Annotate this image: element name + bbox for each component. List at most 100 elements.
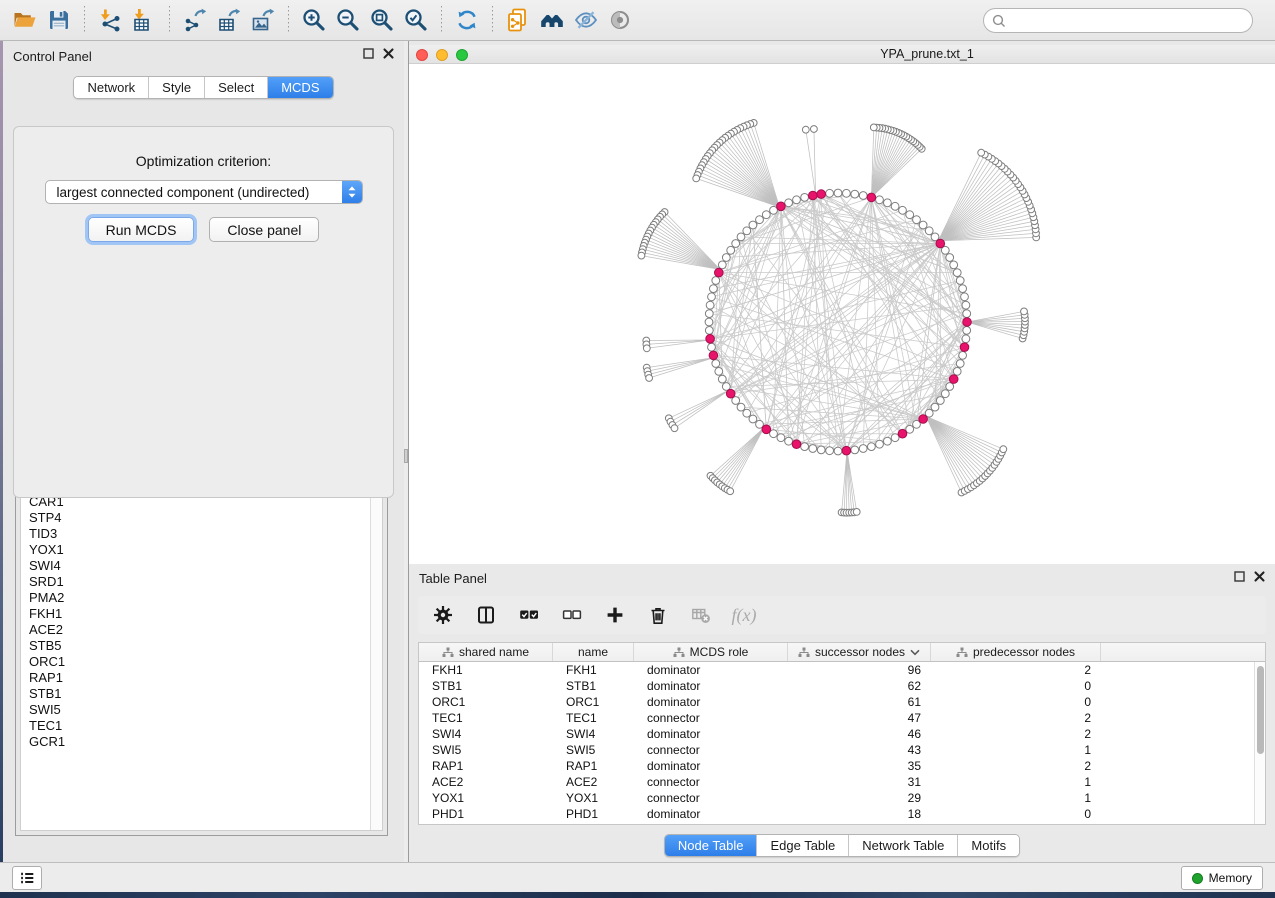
leaf-node[interactable]	[811, 126, 818, 133]
tab-network[interactable]: Network	[74, 77, 149, 98]
network-node[interactable]	[884, 437, 892, 445]
table-row[interactable]: PHD1PHD1dominator180	[419, 806, 1265, 822]
import-table-button[interactable]	[129, 5, 159, 35]
network-node[interactable]	[743, 227, 751, 235]
dominator-node[interactable]	[960, 343, 969, 352]
save-session-button[interactable]	[44, 5, 74, 35]
network-node[interactable]	[727, 246, 735, 254]
network-node[interactable]	[793, 196, 801, 204]
delete-column-button[interactable]	[647, 604, 669, 626]
network-node[interactable]	[743, 409, 751, 417]
network-node[interactable]	[809, 445, 817, 453]
function-builder-button[interactable]: f(x)	[733, 604, 755, 626]
network-node[interactable]	[756, 216, 764, 224]
search-input[interactable]	[1011, 11, 1252, 31]
network-node[interactable]	[851, 446, 859, 454]
delete-table-button[interactable]	[690, 604, 712, 626]
network-node[interactable]	[737, 233, 745, 241]
mcds-result-item[interactable]: RAP1	[21, 670, 370, 686]
leaf-node[interactable]	[727, 488, 734, 495]
network-node[interactable]	[959, 352, 967, 360]
column-header-predecessor-nodes[interactable]: predecessor nodes	[931, 643, 1101, 661]
table-tab-edge-table[interactable]: Edge Table	[757, 835, 849, 856]
leaf-node[interactable]	[638, 252, 645, 259]
table-row[interactable]: YOX1YOX1connector291	[419, 790, 1265, 806]
import-network-button[interactable]	[95, 5, 125, 35]
network-node[interactable]	[884, 199, 892, 207]
leaf-node[interactable]	[853, 509, 860, 516]
network-graph-canvas[interactable]	[409, 64, 1275, 564]
search-network-button[interactable]	[537, 5, 567, 35]
network-node[interactable]	[705, 318, 713, 326]
close-table-panel-icon[interactable]	[1254, 571, 1265, 582]
mcds-result-item[interactable]: SWI4	[21, 558, 370, 574]
export-network-button[interactable]	[180, 5, 210, 35]
network-node[interactable]	[710, 285, 718, 293]
network-node[interactable]	[868, 443, 876, 451]
network-node[interactable]	[718, 261, 726, 269]
dominator-node[interactable]	[706, 335, 715, 344]
mcds-result-item[interactable]: STB5	[21, 638, 370, 654]
zoom-fit-button[interactable]	[367, 5, 397, 35]
mcds-result-item[interactable]: PMA2	[21, 590, 370, 606]
dominator-node[interactable]	[809, 191, 818, 200]
network-node[interactable]	[732, 240, 740, 248]
network-node[interactable]	[762, 211, 770, 219]
task-history-button[interactable]	[12, 866, 42, 890]
network-node[interactable]	[826, 447, 834, 455]
dominator-node[interactable]	[715, 268, 724, 277]
leaf-node[interactable]	[646, 375, 653, 382]
close-panel-icon[interactable]	[383, 48, 394, 59]
table-row[interactable]: ORC1ORC1dominator610	[419, 694, 1265, 710]
network-node[interactable]	[715, 368, 723, 376]
dominator-node[interactable]	[898, 429, 907, 438]
table-row[interactable]: ACE2ACE2connector311	[419, 774, 1265, 790]
network-node[interactable]	[718, 375, 726, 383]
dominator-node[interactable]	[709, 351, 718, 360]
network-node[interactable]	[859, 445, 867, 453]
network-node[interactable]	[963, 310, 971, 318]
network-node[interactable]	[953, 368, 961, 376]
network-node[interactable]	[913, 216, 921, 224]
network-node[interactable]	[925, 227, 933, 235]
network-node[interactable]	[834, 189, 842, 197]
close-window-button[interactable]	[416, 49, 428, 61]
zoom-out-button[interactable]	[333, 5, 363, 35]
column-header-successor-nodes[interactable]: successor nodes	[788, 643, 931, 661]
mcds-result-item[interactable]: STP4	[21, 510, 370, 526]
export-image-button[interactable]	[248, 5, 278, 35]
add-column-button[interactable]	[604, 604, 626, 626]
network-node[interactable]	[708, 293, 716, 301]
splitter-handle[interactable]	[404, 449, 408, 463]
export-table-button[interactable]	[214, 5, 244, 35]
dominator-node[interactable]	[842, 446, 851, 455]
leaf-node[interactable]	[1000, 446, 1007, 453]
hide-details-button[interactable]	[571, 5, 601, 35]
mcds-result-item[interactable]: TEC1	[21, 718, 370, 734]
tab-mcds[interactable]: MCDS	[268, 77, 332, 98]
network-node[interactable]	[950, 261, 958, 269]
network-node[interactable]	[826, 189, 834, 197]
dominator-node[interactable]	[777, 202, 786, 211]
table-tab-network-table[interactable]: Network Table	[849, 835, 958, 856]
clone-network-button[interactable]	[503, 5, 533, 35]
memory-button[interactable]: Memory	[1181, 866, 1263, 890]
network-node[interactable]	[919, 221, 927, 229]
leaf-node[interactable]	[1021, 308, 1028, 315]
network-node[interactable]	[859, 192, 867, 200]
leaf-node[interactable]	[802, 126, 809, 133]
mcds-result-item[interactable]: FKH1	[21, 606, 370, 622]
network-node[interactable]	[749, 221, 757, 229]
network-node[interactable]	[941, 390, 949, 398]
network-node[interactable]	[706, 301, 714, 309]
select-all-checks-button[interactable]	[518, 604, 540, 626]
network-node[interactable]	[843, 189, 851, 197]
refresh-button[interactable]	[452, 5, 482, 35]
leaf-node[interactable]	[978, 149, 985, 156]
column-header-name[interactable]: name	[553, 643, 634, 661]
table-scrollbar[interactable]	[1254, 662, 1265, 824]
network-node[interactable]	[777, 434, 785, 442]
dominator-node[interactable]	[919, 415, 928, 424]
column-header-MCDS-role[interactable]: MCDS role	[634, 643, 788, 661]
network-node[interactable]	[801, 443, 809, 451]
